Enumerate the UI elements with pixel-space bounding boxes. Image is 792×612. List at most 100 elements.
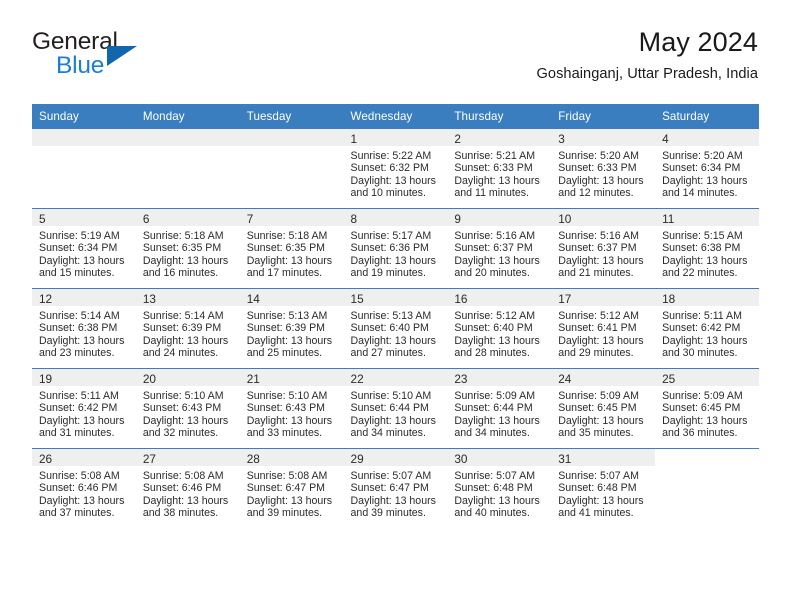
- calendar-day-cell[interactable]: 9 Sunrise: 5:16 AM Sunset: 6:37 PM Daylight…: [447, 208, 552, 289]
- calendar-day-cell[interactable]: 11 Sunrise: 5:15 AM Sunset: 6:38 PM Dayligh…: [655, 208, 759, 289]
- day-cell-details: Sunrise: 5:20 AM Sunset: 6:33 PM Daylight:…: [551, 146, 655, 200]
- day-number-band: 18: [655, 289, 759, 306]
- calendar-day-cell[interactable]: 29 Sunrise: 5:07 AM Sunset: 6:47 PM Dayligh…: [343, 448, 448, 528]
- calendar-week-row: 26 Sunrise: 5:08 AM Sunset: 6:46 PM Dayligh…: [32, 448, 759, 528]
- daylight-duration-line2: and 17 minutes.: [246, 267, 323, 280]
- calendar-day-cell[interactable]: 4 Sunrise: 5:20 AM Sunset: 6:34 PM Daylight…: [655, 129, 759, 209]
- daylight-duration-line2: and 34 minutes.: [454, 427, 530, 440]
- day-number-band: 29: [343, 449, 448, 466]
- day-number-band: 8: [343, 209, 448, 226]
- day-cell-details: [32, 146, 136, 150]
- calendar-day-cell[interactable]: 30 Sunrise: 5:07 AM Sunset: 6:48 PM Dayligh…: [447, 448, 552, 528]
- calendar-day-cell[interactable]: 28 Sunrise: 5:08 AM Sunset: 6:47 PM Dayligh…: [239, 448, 344, 528]
- day-number-band: 19: [32, 369, 136, 386]
- calendar-day-cell[interactable]: 13 Sunrise: 5:14 AM Sunset: 6:39 PM Dayligh…: [135, 288, 240, 369]
- sunrise-time: Sunrise: 5:09 AM: [662, 390, 743, 402]
- calendar-day-cell[interactable]: 10 Sunrise: 5:16 AM Sunset: 6:37 PM Dayligh…: [551, 208, 656, 289]
- day-cell-details: Sunrise: 5:07 AM Sunset: 6:47 PM Daylight:…: [344, 466, 448, 520]
- sunset-time: Sunset: 6:35 PM: [142, 242, 222, 255]
- calendar-day-cell[interactable]: 17 Sunrise: 5:12 AM Sunset: 6:41 PM Dayligh…: [551, 288, 656, 369]
- calendar-day-cell[interactable]: 31 Sunrise: 5:07 AM Sunset: 6:48 PM Dayligh…: [551, 448, 656, 528]
- calendar-day-cell[interactable]: 21 Sunrise: 5:10 AM Sunset: 6:43 PM Dayligh…: [239, 368, 344, 449]
- day-cell-inner: 14 Sunrise: 5:13 AM Sunset: 6:39 PM Dayligh…: [239, 289, 344, 368]
- sunrise-time: Sunrise: 5:10 AM: [246, 390, 328, 402]
- calendar-day-cell[interactable]: 2 Sunrise: 5:21 AM Sunset: 6:33 PM Daylight…: [447, 129, 552, 209]
- daylight-duration-line1: Daylight: 13 hours: [558, 254, 644, 267]
- calendar-day-cell[interactable]: 23 Sunrise: 5:09 AM Sunset: 6:44 PM Dayligh…: [447, 368, 552, 449]
- day-number: 29: [350, 452, 364, 466]
- day-cell-details: Sunrise: 5:07 AM Sunset: 6:48 PM Daylight:…: [447, 466, 551, 520]
- daylight-duration-line1: Daylight: 13 hours: [142, 414, 229, 427]
- day-cell-inner: 24 Sunrise: 5:09 AM Sunset: 6:45 PM Dayligh…: [551, 369, 656, 448]
- sunrise-time: Sunrise: 5:15 AM: [662, 230, 743, 242]
- sunrise-time: Sunrise: 5:12 AM: [454, 310, 536, 322]
- day-cell-details: Sunrise: 5:08 AM Sunset: 6:46 PM Daylight:…: [136, 466, 240, 520]
- sunset-time: Sunset: 6:47 PM: [350, 482, 429, 495]
- daylight-duration-line1: Daylight: 13 hours: [39, 414, 125, 427]
- sunrise-time: Sunrise: 5:09 AM: [454, 390, 536, 402]
- day-cell-inner: 8 Sunrise: 5:17 AM Sunset: 6:36 PM Daylight…: [343, 209, 448, 288]
- calendar-day-cell[interactable]: 8 Sunrise: 5:17 AM Sunset: 6:36 PM Daylight…: [343, 208, 448, 289]
- calendar-day-cell[interactable]: 12 Sunrise: 5:14 AM Sunset: 6:38 PM Dayligh…: [32, 288, 136, 369]
- day-cell-details: Sunrise: 5:21 AM Sunset: 6:33 PM Daylight:…: [447, 146, 551, 200]
- day-cell-inner: 25 Sunrise: 5:09 AM Sunset: 6:45 PM Dayligh…: [655, 369, 759, 448]
- day-number: 5: [39, 212, 46, 226]
- calendar-day-cell[interactable]: 7 Sunrise: 5:18 AM Sunset: 6:35 PM Daylight…: [239, 208, 344, 289]
- general-blue-logo[interactable]: General Blue: [32, 28, 212, 86]
- day-cell-inner: 10 Sunrise: 5:16 AM Sunset: 6:37 PM Dayligh…: [551, 209, 656, 288]
- calendar-day-cell[interactable]: 14 Sunrise: 5:13 AM Sunset: 6:39 PM Dayligh…: [239, 288, 344, 369]
- day-number-band: 6: [135, 209, 240, 226]
- day-cell-details: Sunrise: 5:14 AM Sunset: 6:39 PM Daylight:…: [136, 306, 240, 360]
- calendar-day-cell[interactable]: 16 Sunrise: 5:12 AM Sunset: 6:40 PM Dayligh…: [447, 288, 552, 369]
- day-number-band: 22: [343, 369, 448, 386]
- calendar-week-row: 12 Sunrise: 5:14 AM Sunset: 6:38 PM Dayligh…: [32, 288, 759, 369]
- sunrise-time: Sunrise: 5:18 AM: [246, 230, 328, 242]
- daylight-duration-line2: and 16 minutes.: [142, 267, 219, 280]
- calendar-day-cell[interactable]: 6 Sunrise: 5:18 AM Sunset: 6:35 PM Daylight…: [135, 208, 240, 289]
- day-cell-details: Sunrise: 5:16 AM Sunset: 6:37 PM Daylight:…: [551, 226, 655, 280]
- day-number-band: 27: [135, 449, 240, 466]
- day-cell-inner: 1 Sunrise: 5:22 AM Sunset: 6:32 PM Daylight…: [343, 129, 448, 208]
- weekday-header-saturday: Saturday: [655, 104, 759, 129]
- day-number: 17: [558, 292, 572, 306]
- day-cell-inner: 28 Sunrise: 5:08 AM Sunset: 6:47 PM Dayligh…: [239, 449, 344, 528]
- daylight-duration-line2: and 28 minutes.: [454, 347, 530, 360]
- day-number: 21: [246, 372, 260, 386]
- calendar-day-cell[interactable]: 24 Sunrise: 5:09 AM Sunset: 6:45 PM Dayligh…: [551, 368, 656, 449]
- day-cell-details: Sunrise: 5:18 AM Sunset: 6:35 PM Daylight:…: [240, 226, 344, 280]
- sunrise-time: Sunrise: 5:08 AM: [246, 470, 328, 482]
- logo-text-general: General: [32, 28, 118, 55]
- day-cell-inner: 4 Sunrise: 5:20 AM Sunset: 6:34 PM Daylight…: [655, 129, 759, 208]
- day-cell-details: Sunrise: 5:11 AM Sunset: 6:42 PM Daylight:…: [655, 306, 759, 360]
- calendar-header-row: Sunday Monday Tuesday Wednesday Thursday Frid…: [32, 104, 759, 129]
- sunset-time: Sunset: 6:39 PM: [246, 322, 326, 335]
- calendar-day-cell[interactable]: 1 Sunrise: 5:22 AM Sunset: 6:32 PM Daylight…: [343, 129, 448, 209]
- calendar-day-cell[interactable]: 3 Sunrise: 5:20 AM Sunset: 6:33 PM Daylight…: [551, 129, 656, 209]
- calendar-day-cell[interactable]: 22 Sunrise: 5:10 AM Sunset: 6:44 PM Dayligh…: [343, 368, 448, 449]
- sunrise-time: Sunrise: 5:11 AM: [662, 310, 742, 322]
- calendar-day-cell[interactable]: 5 Sunrise: 5:19 AM Sunset: 6:34 PM Daylight…: [32, 208, 136, 289]
- sunset-time: Sunset: 6:48 PM: [558, 482, 637, 495]
- day-cell-inner: [655, 449, 759, 528]
- sunrise-time: Sunrise: 5:16 AM: [558, 230, 639, 242]
- sunset-time: Sunset: 6:44 PM: [350, 402, 429, 415]
- day-number: 19: [39, 372, 53, 386]
- calendar-day-cell[interactable]: 15 Sunrise: 5:13 AM Sunset: 6:40 PM Dayligh…: [343, 288, 448, 369]
- day-cell-inner: 22 Sunrise: 5:10 AM Sunset: 6:44 PM Dayligh…: [343, 369, 448, 448]
- calendar-day-cell[interactable]: 25 Sunrise: 5:09 AM Sunset: 6:45 PM Dayligh…: [655, 368, 759, 449]
- calendar-day-cell[interactable]: 20 Sunrise: 5:10 AM Sunset: 6:43 PM Dayligh…: [135, 368, 240, 449]
- day-cell-inner: 23 Sunrise: 5:09 AM Sunset: 6:44 PM Dayligh…: [447, 369, 552, 448]
- day-cell-inner: 3 Sunrise: 5:20 AM Sunset: 6:33 PM Daylight…: [551, 129, 656, 208]
- day-cell-details: Sunrise: 5:08 AM Sunset: 6:46 PM Daylight:…: [32, 466, 136, 520]
- sunrise-time: Sunrise: 5:18 AM: [142, 230, 224, 242]
- day-number-band: 25: [655, 369, 759, 386]
- calendar-day-cell[interactable]: 19 Sunrise: 5:11 AM Sunset: 6:42 PM Dayligh…: [32, 368, 136, 449]
- day-cell-inner: 11 Sunrise: 5:15 AM Sunset: 6:38 PM Dayligh…: [655, 209, 759, 288]
- calendar-day-cell[interactable]: 27 Sunrise: 5:08 AM Sunset: 6:46 PM Dayligh…: [135, 448, 240, 528]
- day-number-band: 1: [343, 129, 448, 146]
- day-cell-details: [136, 146, 240, 150]
- calendar-day-cell[interactable]: 18 Sunrise: 5:11 AM Sunset: 6:42 PM Dayligh…: [655, 288, 759, 369]
- day-cell-inner: [135, 129, 240, 208]
- daylight-duration-line1: Daylight: 13 hours: [558, 334, 644, 347]
- calendar-day-cell[interactable]: 26 Sunrise: 5:08 AM Sunset: 6:46 PM Dayligh…: [32, 448, 136, 528]
